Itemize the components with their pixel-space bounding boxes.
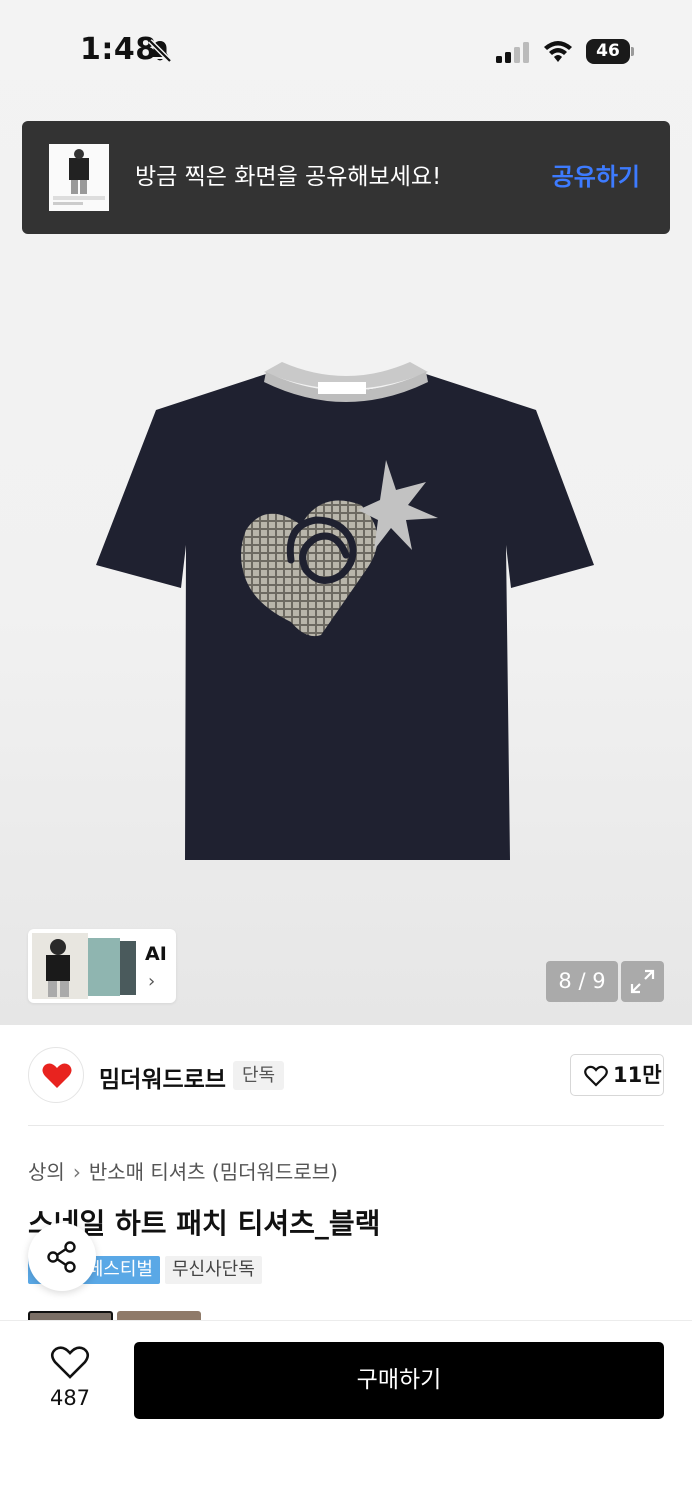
expand-button[interactable] xyxy=(621,961,664,1002)
chevron-right-icon: › xyxy=(72,1160,81,1184)
battery-cap xyxy=(631,47,634,56)
status-time: 1:48 xyxy=(80,32,157,67)
product-image-tshirt[interactable] xyxy=(96,360,596,865)
brand-like-button[interactable]: 11만 xyxy=(570,1054,664,1096)
buy-button[interactable]: 구매하기 xyxy=(134,1342,664,1419)
signal-icon xyxy=(496,42,529,63)
thumbnail-image xyxy=(49,144,109,211)
brand-name[interactable]: 밈더워드로브 xyxy=(99,1060,226,1094)
share-floating-button[interactable] xyxy=(28,1223,96,1291)
breadcrumb-category[interactable]: 상의 xyxy=(28,1156,65,1185)
wifi-icon xyxy=(544,41,572,62)
gallery-page-counter: 8 / 9 xyxy=(546,961,618,1002)
heart-outline-icon[interactable] xyxy=(50,1345,90,1381)
brand-like-count: 11만 xyxy=(613,1063,662,1087)
share-icon xyxy=(47,1241,76,1273)
wish-count: 487 xyxy=(49,1386,91,1410)
battery-icon: 46 xyxy=(586,39,634,64)
divider xyxy=(28,1125,664,1126)
battery-level: 46 xyxy=(586,39,630,64)
status-bar: 1:48 46 xyxy=(0,0,692,100)
ai-thumbnails xyxy=(32,933,136,999)
exclusive-tag: 무신사단독 xyxy=(165,1256,262,1284)
share-banner-text: 방금 찍은 화면을 공유해보세요! xyxy=(135,164,442,190)
screenshot-thumbnail[interactable] xyxy=(49,144,109,211)
brand-exclusive-badge: 단독 xyxy=(233,1061,285,1090)
breadcrumb: 상의 › 반소매 티셔츠 (밈더워드로브) xyxy=(28,1156,338,1185)
heart-logo-icon xyxy=(42,1063,72,1088)
share-button[interactable]: 공유하기 xyxy=(552,121,640,234)
ai-lookbook-card[interactable]: AI › xyxy=(28,929,176,1003)
breadcrumb-subcategory[interactable]: 반소매 티셔츠 (밈더워드로브) xyxy=(89,1156,338,1185)
bell-slash-icon xyxy=(148,39,172,63)
expand-icon xyxy=(630,969,655,994)
brand-logo[interactable] xyxy=(28,1047,84,1103)
ai-label: AI xyxy=(145,943,167,965)
screenshot-share-banner: 방금 찍은 화면을 공유해보세요! 공유하기 xyxy=(22,121,670,234)
heart-icon xyxy=(584,1065,608,1087)
chevron-right-icon: › xyxy=(148,971,156,992)
